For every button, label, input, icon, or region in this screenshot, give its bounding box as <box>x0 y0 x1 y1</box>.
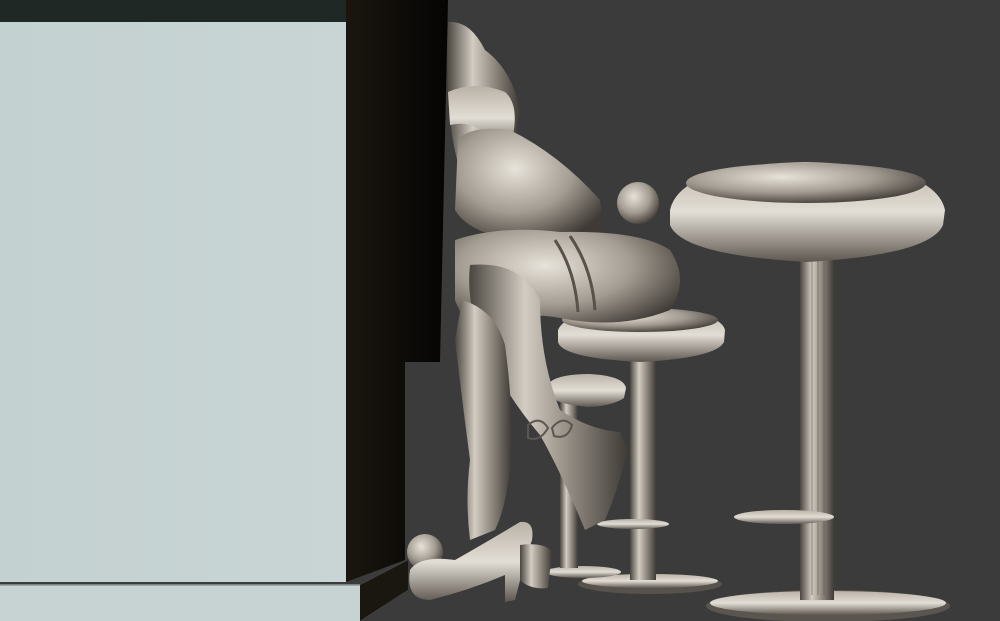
counter-side-shadow <box>346 0 448 582</box>
bar-counter <box>0 0 448 621</box>
tall-stool-pole <box>800 250 834 600</box>
figure-torso <box>455 128 605 243</box>
middle-stool-footrest <box>597 519 669 529</box>
counter-top-edge <box>0 0 346 22</box>
middle-stool-pole <box>630 352 656 580</box>
render-viewport <box>0 0 1000 621</box>
tall-stool-footrest <box>734 510 834 524</box>
tall-bar-stool <box>670 162 950 621</box>
sphere-upper <box>617 182 659 224</box>
counter-front-face <box>0 22 346 582</box>
tall-stool-cushion <box>686 163 926 203</box>
sculpt-scene <box>0 0 950 621</box>
small-stool-base <box>545 566 621 578</box>
small-stool-seat <box>548 374 626 407</box>
